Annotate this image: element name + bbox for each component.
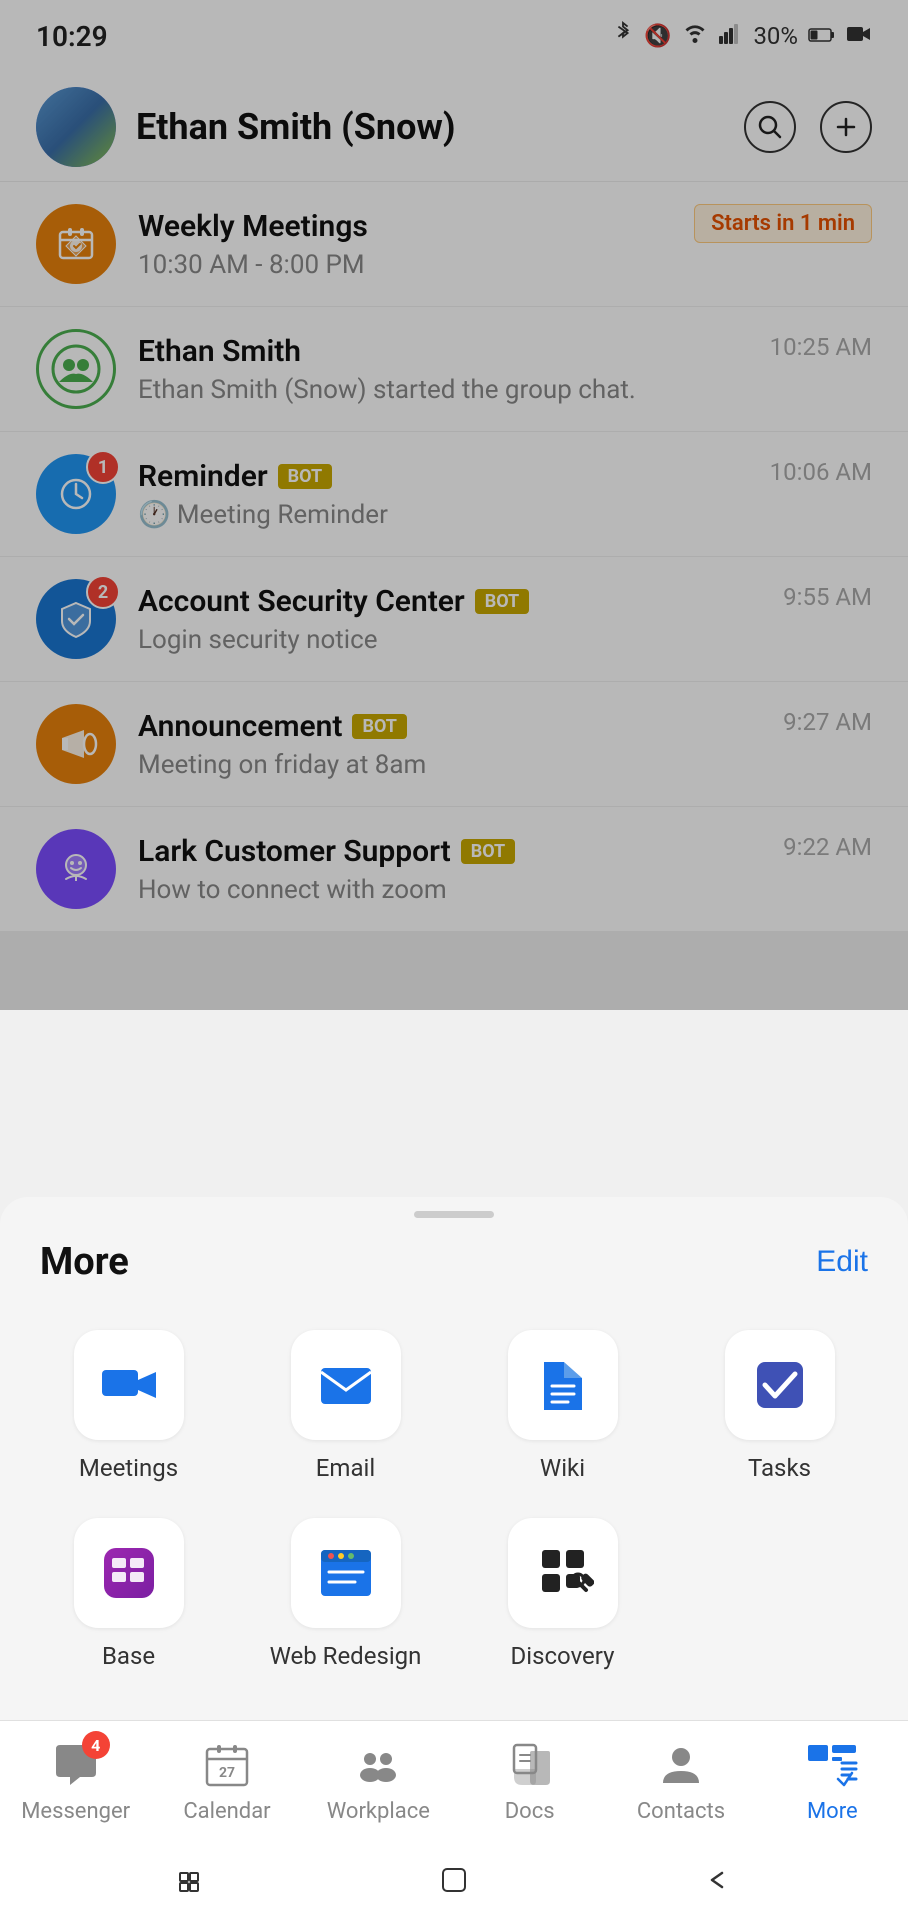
app-label: Meetings [79,1454,178,1482]
tasks-icon-wrap [725,1330,835,1440]
nav-badge: 4 [82,1731,110,1759]
app-wiki[interactable]: Wiki [454,1314,671,1502]
nav-label: Messenger [21,1799,130,1824]
nav-label: More [807,1799,858,1824]
nav-label: Calendar [183,1799,270,1824]
nav-label: Workplace [327,1799,430,1824]
bottom-sheet: More Edit Meetings Email [0,1197,908,1920]
workplace-icon [350,1737,406,1793]
nav-docs[interactable]: Docs [454,1737,605,1824]
bottom-nav: 4 Messenger 27 Calendar [0,1720,908,1840]
messenger-icon: 4 [48,1737,104,1793]
app-label: Email [316,1454,375,1482]
back-arrow[interactable] [687,1850,747,1910]
svg-text:27: 27 [219,1765,235,1781]
docs-icon [502,1737,558,1793]
sheet-handle [0,1197,908,1224]
app-email[interactable]: Email [237,1314,454,1502]
meetings-icon-wrap [74,1330,184,1440]
nav-label: Contacts [637,1799,725,1824]
web-icon-wrap [291,1518,401,1628]
app-label: Discovery [511,1642,615,1670]
app-label: Tasks [748,1454,811,1482]
calendar-icon: 27 [199,1737,255,1793]
app-web-redesign[interactable]: Web Redesign [237,1502,454,1690]
discovery-icon-wrap [508,1518,618,1628]
more-icon [804,1737,860,1793]
email-icon-wrap [291,1330,401,1440]
contacts-icon [653,1737,709,1793]
app-label: Web Redesign [270,1642,422,1670]
back-button[interactable] [161,1850,221,1910]
nav-calendar[interactable]: 27 Calendar [151,1737,302,1824]
sheet-title: More [40,1240,129,1284]
app-discovery[interactable]: Discovery [454,1502,671,1690]
nav-contacts[interactable]: Contacts [605,1737,756,1824]
nav-workplace[interactable]: Workplace [303,1737,454,1824]
nav-label: Docs [505,1799,555,1824]
app-tasks[interactable]: Tasks [671,1314,888,1502]
nav-more[interactable]: More [757,1737,908,1824]
base-icon-wrap [74,1518,184,1628]
edit-button[interactable]: Edit [816,1245,868,1279]
system-nav [0,1840,908,1920]
sheet-header: More Edit [0,1224,908,1304]
apps-grid: Meetings Email Wiki [0,1304,908,1720]
app-meetings[interactable]: Meetings [20,1314,237,1502]
home-button[interactable] [424,1850,484,1910]
wiki-icon-wrap [508,1330,618,1440]
app-label: Base [102,1642,155,1670]
overlay-dim [0,0,908,1010]
nav-messenger[interactable]: 4 Messenger [0,1737,151,1824]
app-base[interactable]: Base [20,1502,237,1690]
app-label: Wiki [540,1454,585,1482]
handle-bar [414,1211,494,1218]
